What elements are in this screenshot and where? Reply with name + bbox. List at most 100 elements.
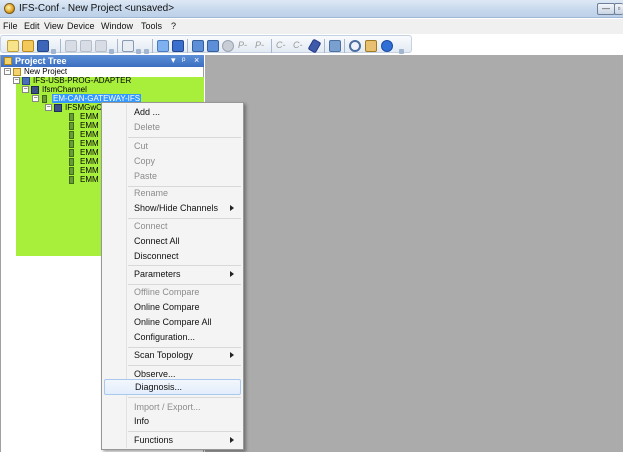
module-icon	[69, 167, 74, 175]
tree-node-project[interactable]: New Project	[24, 67, 67, 76]
title-bar: IFS-Conf - New Project <unsaved> — ▫	[0, 0, 623, 18]
menu-file[interactable]: File	[3, 21, 18, 31]
view-icon[interactable]	[122, 40, 134, 52]
tree-panel-icon	[4, 57, 12, 65]
menu-item-diagnosis[interactable]: Diagnosis...	[104, 379, 241, 395]
info-icon[interactable]	[381, 40, 393, 52]
config-download-button[interactable]: C-	[293, 40, 303, 50]
menu-item-parameters-label: Parameters	[134, 269, 181, 279]
tree-node-adapter[interactable]: IFS-USB-PROG-ADAPTER	[33, 76, 131, 85]
toolbar-dropdown-icon[interactable]	[136, 49, 141, 54]
wrench-icon[interactable]	[307, 38, 322, 54]
pause-icon[interactable]	[172, 40, 184, 52]
save-icon[interactable]	[37, 40, 49, 52]
toolbar-separator	[187, 39, 188, 53]
cut-icon[interactable]	[65, 40, 77, 52]
menu-bar: File Edit View Device Window Tools ?	[0, 19, 623, 34]
menu-item-offline-compare[interactable]: Offline Compare	[104, 284, 241, 300]
tree-node-gw-channel[interactable]: IFSMGwC	[65, 103, 102, 112]
tree-node-emm[interactable]: EMM	[80, 175, 99, 184]
menu-window[interactable]: Window	[101, 21, 133, 31]
menu-item-delete[interactable]: Delete	[104, 119, 241, 135]
close-panel-button[interactable]: ×	[194, 55, 199, 65]
upload-icon[interactable]	[192, 40, 204, 52]
menu-item-online-compare[interactable]: Online Compare	[104, 299, 241, 315]
menu-device[interactable]: Device	[67, 21, 95, 31]
menu-item-paste[interactable]: Paste	[104, 168, 241, 184]
signal-icon[interactable]	[329, 40, 341, 52]
new-project-icon[interactable]	[7, 40, 19, 52]
menu-help[interactable]: ?	[171, 21, 176, 31]
stop-icon[interactable]	[222, 40, 234, 52]
menu-item-functions[interactable]: Functions	[104, 432, 241, 448]
download-icon[interactable]	[207, 40, 219, 52]
menu-item-cut[interactable]: Cut	[104, 138, 241, 154]
diagnosis-icon[interactable]	[365, 40, 377, 52]
menu-tools[interactable]: Tools	[141, 21, 162, 31]
window-title: IFS-Conf - New Project <unsaved>	[19, 3, 175, 14]
menu-item-functions-label: Functions	[134, 435, 174, 445]
toolbar-dropdown-icon[interactable]	[144, 49, 149, 54]
tree-node-emm[interactable]: EMM	[80, 139, 99, 148]
toolbar: P- P- C- C-	[0, 34, 623, 54]
toolbar-dropdown-icon[interactable]	[51, 49, 56, 54]
module-icon	[69, 113, 74, 121]
menu-item-rename[interactable]: Rename	[104, 185, 241, 201]
paste-icon[interactable]	[95, 40, 107, 52]
menu-item-online-compare-all[interactable]: Online Compare All	[104, 314, 241, 330]
module-icon	[69, 122, 74, 130]
menu-item-copy[interactable]: Copy	[104, 153, 241, 169]
tree-node-emm[interactable]: EMM	[80, 130, 99, 139]
module-icon	[69, 149, 74, 157]
play-icon[interactable]	[157, 40, 169, 52]
project-folder-icon	[13, 68, 21, 76]
channel-icon	[31, 86, 39, 94]
pin-icon[interactable]: ᵖ	[182, 55, 185, 65]
context-menu: Add ... Delete Cut Copy Paste Rename Sho…	[101, 102, 244, 450]
collapse-toggle[interactable]: −	[22, 86, 29, 93]
menu-item-disconnect[interactable]: Disconnect	[104, 248, 241, 264]
toolbar-separator	[324, 39, 325, 53]
collapse-toggle[interactable]: −	[13, 77, 20, 84]
menu-item-show-hide-channels-label: Show/Hide Channels	[134, 203, 219, 213]
menu-edit[interactable]: Edit	[24, 21, 40, 31]
config-upload-button[interactable]: C-	[276, 40, 286, 50]
search-icon[interactable]	[349, 40, 361, 52]
toolbar-dropdown-icon[interactable]	[109, 49, 114, 54]
maximize-button[interactable]: ▫	[614, 3, 623, 15]
submenu-arrow-icon	[230, 271, 234, 277]
open-folder-icon[interactable]	[22, 40, 34, 52]
collapse-toggle[interactable]: −	[32, 95, 39, 102]
param-upload-button[interactable]: P-	[238, 40, 247, 50]
module-icon	[69, 131, 74, 139]
project-tree-header: Project Tree ▾ ᵖ ×	[1, 55, 204, 67]
tree-node-emm[interactable]: EMM	[80, 121, 99, 130]
workspace-area	[205, 55, 623, 452]
menu-item-show-hide-channels[interactable]: Show/Hide Channels	[104, 200, 241, 216]
minimize-button[interactable]: —	[597, 3, 615, 15]
menu-item-configuration[interactable]: Configuration...	[104, 329, 241, 345]
toolbar-dropdown-icon[interactable]	[399, 49, 404, 54]
collapse-toggle[interactable]: −	[45, 104, 52, 111]
toolbar-separator	[271, 39, 272, 53]
submenu-arrow-icon	[230, 437, 234, 443]
menu-item-connect[interactable]: Connect	[104, 218, 241, 234]
menu-item-connect-all[interactable]: Connect All	[104, 233, 241, 249]
menu-item-info[interactable]: Info	[104, 413, 241, 429]
param-download-button[interactable]: P-	[255, 40, 264, 50]
collapse-toggle[interactable]: −	[4, 68, 11, 75]
tree-node-emm[interactable]: EMM	[80, 148, 99, 157]
tree-node-emm[interactable]: EMM	[80, 157, 99, 166]
menu-item-scan-topology[interactable]: Scan Topology	[104, 347, 241, 363]
menu-view[interactable]: View	[44, 21, 63, 31]
menu-item-add[interactable]: Add ...	[104, 104, 241, 120]
usb-adapter-icon	[22, 77, 30, 85]
panel-menu-button[interactable]: ▾	[171, 55, 176, 66]
menu-separator	[128, 397, 241, 398]
tree-node-channel[interactable]: IfsmChannel	[42, 85, 87, 94]
copy-icon[interactable]	[80, 40, 92, 52]
tree-node-emm[interactable]: EMM	[80, 166, 99, 175]
tree-node-emm[interactable]: EMM	[80, 112, 99, 121]
menu-item-parameters[interactable]: Parameters	[104, 266, 241, 282]
toolbar-separator	[117, 39, 118, 53]
